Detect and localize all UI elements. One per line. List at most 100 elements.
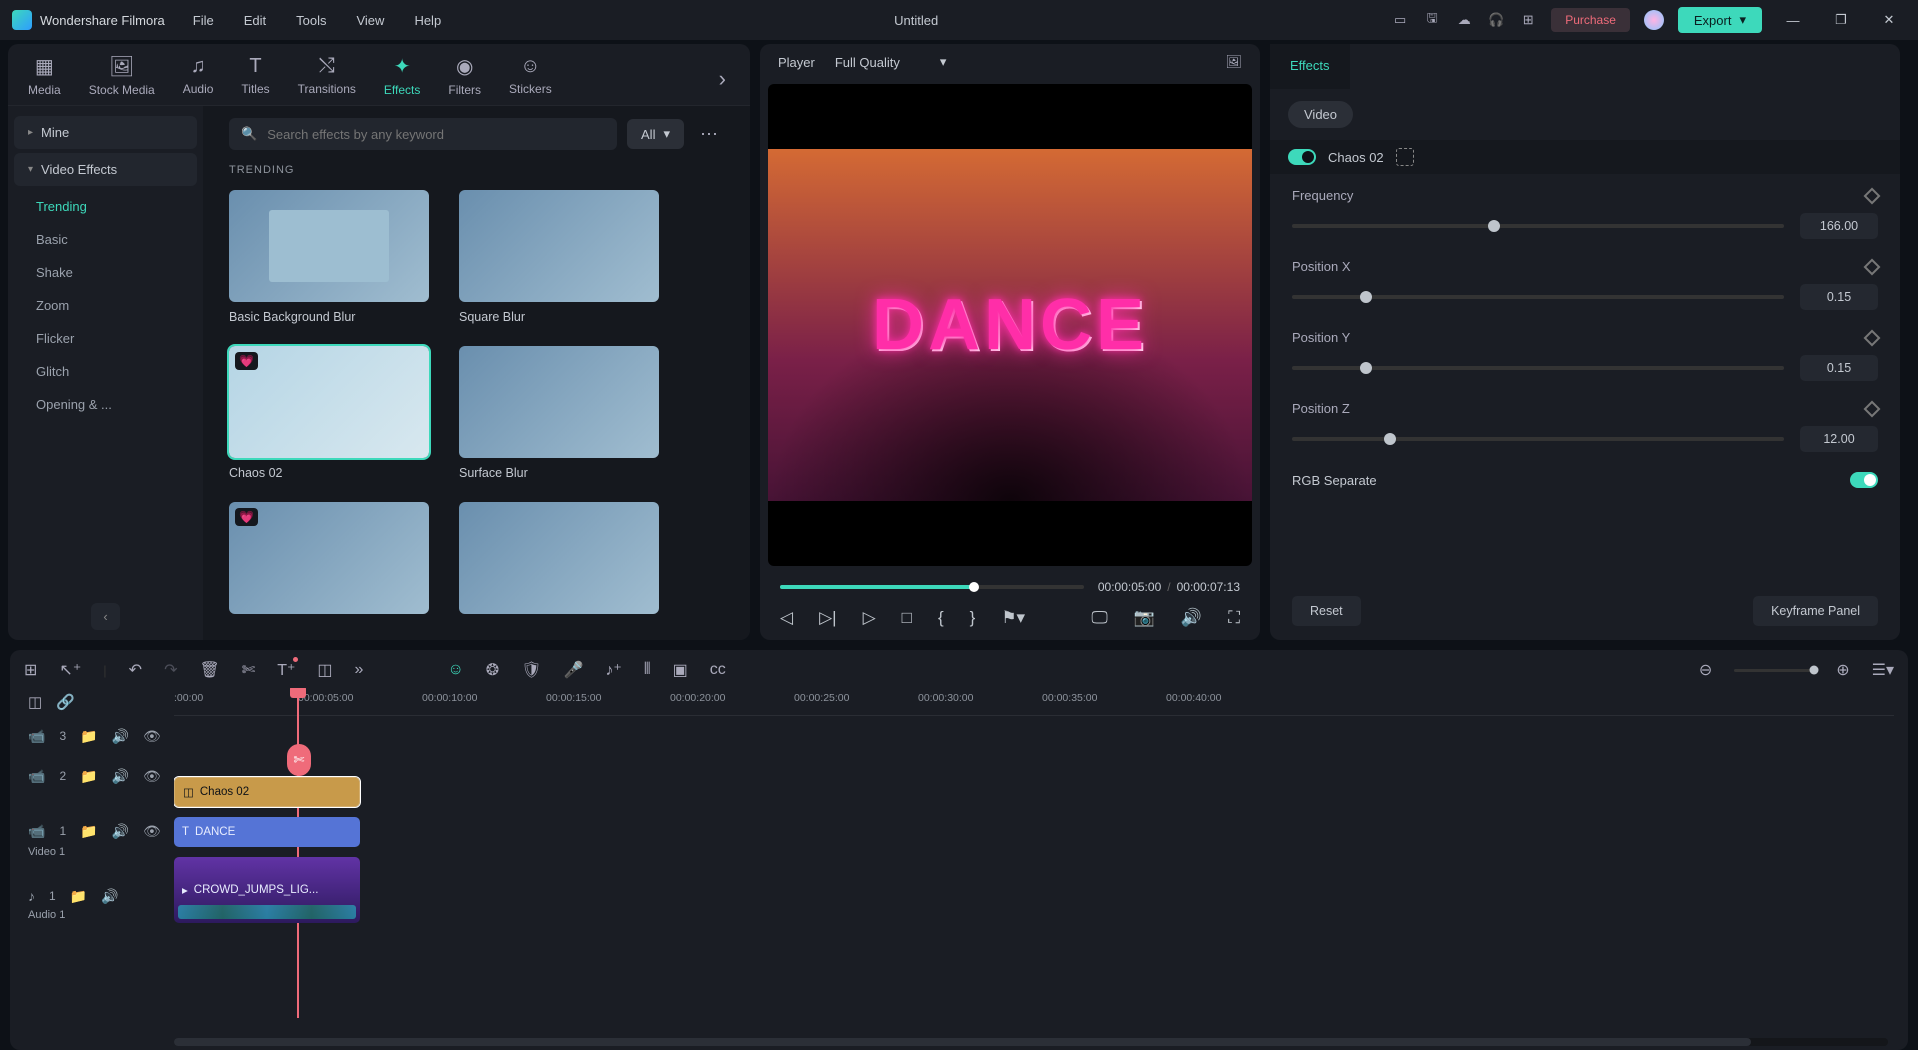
filter-dropdown[interactable]: All▾ bbox=[627, 119, 684, 149]
split-icon[interactable]: ✄ bbox=[242, 660, 255, 680]
play-backward-button[interactable]: ▷| bbox=[819, 608, 837, 628]
apps-icon[interactable]: ⊞ bbox=[1519, 11, 1537, 29]
clip-video[interactable]: ▸CROWD_JUMPS_LIG... bbox=[174, 857, 360, 923]
avatar[interactable] bbox=[1644, 10, 1664, 30]
clip-effect[interactable]: ◫Chaos 02 bbox=[174, 777, 360, 807]
tabs-more-icon[interactable]: › bbox=[715, 66, 730, 92]
keyframe-panel-button[interactable]: Keyframe Panel bbox=[1753, 596, 1878, 626]
menu-help[interactable]: Help bbox=[414, 13, 441, 28]
visibility-icon[interactable]: 👁 bbox=[143, 823, 161, 840]
color-adjust-icon[interactable]: ❂ bbox=[486, 660, 499, 680]
text-tool-icon[interactable]: T⁺ bbox=[277, 660, 295, 680]
inspector-pill-video[interactable]: Video bbox=[1288, 101, 1353, 128]
keyframe-diamond-icon[interactable] bbox=[1864, 187, 1881, 204]
tab-audio[interactable]: ♫Audio bbox=[183, 53, 214, 104]
maximize-button[interactable]: ❐ bbox=[1824, 12, 1858, 28]
music-note-icon[interactable]: ♪⁺ bbox=[605, 660, 621, 680]
favorite-icon[interactable]: 💗 bbox=[235, 508, 258, 526]
track-lane-3[interactable]: ◫Chaos 02 bbox=[174, 772, 1894, 812]
effect-card[interactable]: Surface Blur bbox=[459, 346, 659, 480]
close-button[interactable]: ✕ bbox=[1872, 12, 1906, 28]
visibility-icon[interactable]: 👁 bbox=[143, 768, 161, 785]
time-ruler[interactable]: :00:0000:00:05:0000:00:10:0000:00:15:000… bbox=[174, 688, 1894, 716]
menu-tools[interactable]: Tools bbox=[296, 13, 326, 28]
track-lane-1[interactable]: ▸CROWD_JUMPS_LIG... bbox=[174, 852, 1894, 940]
quality-dropdown[interactable]: Full Quality▾ bbox=[835, 54, 947, 70]
snap-icon[interactable]: ◫ bbox=[28, 693, 42, 711]
param-slider[interactable] bbox=[1292, 224, 1784, 228]
zoom-in-icon[interactable]: ⊕ bbox=[1836, 660, 1849, 680]
zoom-out-icon[interactable]: ⊖ bbox=[1699, 660, 1712, 680]
beat-detect-icon[interactable]: ⫴ bbox=[644, 661, 651, 679]
param-value[interactable]: 166.00 bbox=[1800, 213, 1878, 239]
tab-stock-media[interactable]: 🖼Stock Media bbox=[89, 52, 155, 105]
clip-title[interactable]: TDANCE bbox=[174, 817, 360, 847]
mark-out-button[interactable]: } bbox=[970, 608, 976, 628]
tab-transitions[interactable]: ⤭Transitions bbox=[298, 53, 356, 104]
sidebar-item-opening[interactable]: Opening & ... bbox=[14, 388, 197, 421]
effect-enable-toggle[interactable] bbox=[1288, 149, 1316, 165]
layout-grid-icon[interactable]: ⊞ bbox=[24, 660, 37, 680]
sidebar-item-flicker[interactable]: Flicker bbox=[14, 322, 197, 355]
layout-icon[interactable]: ▭ bbox=[1391, 11, 1409, 29]
more-tools-icon[interactable]: » bbox=[355, 661, 364, 679]
effect-card[interactable]: 💗Chaos 02 bbox=[229, 346, 429, 480]
preview-viewport[interactable]: DANCE bbox=[768, 84, 1252, 566]
rgb-separate-toggle[interactable] bbox=[1850, 472, 1878, 488]
visibility-icon[interactable]: 👁 bbox=[143, 728, 161, 745]
folder-icon[interactable]: 📁 bbox=[80, 728, 97, 745]
param-slider[interactable] bbox=[1292, 366, 1784, 370]
timeline-scrollbar[interactable] bbox=[174, 1038, 1888, 1046]
delete-icon[interactable]: 🗑 bbox=[199, 660, 219, 680]
display-mode-icon[interactable]: 🖵 bbox=[1091, 608, 1107, 628]
param-slider[interactable] bbox=[1292, 295, 1784, 299]
snapshot-icon[interactable]: 🖼 bbox=[1225, 54, 1242, 70]
folder-icon[interactable]: 📁 bbox=[80, 768, 97, 785]
reset-button[interactable]: Reset bbox=[1292, 596, 1361, 626]
sidebar-mine[interactable]: ▸Mine bbox=[14, 116, 197, 149]
folder-icon[interactable]: 📁 bbox=[70, 888, 87, 905]
search-input[interactable] bbox=[267, 127, 605, 142]
mic-icon[interactable]: 🎤 bbox=[564, 660, 584, 680]
keyframe-diamond-icon[interactable] bbox=[1864, 400, 1881, 417]
prev-frame-button[interactable]: ◁ bbox=[780, 608, 793, 628]
menu-view[interactable]: View bbox=[356, 13, 384, 28]
inspector-tab-effects[interactable]: Effects bbox=[1270, 44, 1350, 89]
frame-icon[interactable]: ▣ bbox=[673, 660, 688, 680]
track-area[interactable]: :00:0000:00:05:0000:00:10:0000:00:15:000… bbox=[174, 688, 1894, 1018]
keyframe-diamond-icon[interactable] bbox=[1864, 329, 1881, 346]
volume-icon[interactable]: 🔊 bbox=[1181, 608, 1202, 628]
search-input-wrap[interactable]: 🔍 bbox=[229, 118, 617, 150]
param-value[interactable]: 0.15 bbox=[1800, 284, 1878, 310]
tab-media[interactable]: ▦Media bbox=[28, 52, 61, 105]
tab-effects[interactable]: ✦Effects bbox=[384, 52, 420, 105]
camera-icon[interactable]: 📷 bbox=[1134, 608, 1155, 628]
effect-card[interactable]: Basic Background Blur bbox=[229, 190, 429, 324]
effect-settings-icon[interactable] bbox=[1396, 148, 1414, 166]
undo-icon[interactable]: ↶ bbox=[129, 660, 142, 680]
keyframe-diamond-icon[interactable] bbox=[1864, 258, 1881, 275]
sidebar-item-basic[interactable]: Basic bbox=[14, 223, 197, 256]
sidebar-item-zoom[interactable]: Zoom bbox=[14, 289, 197, 322]
purchase-button[interactable]: Purchase bbox=[1551, 8, 1630, 32]
track-lane-audio[interactable] bbox=[174, 940, 1894, 980]
sidebar-collapse-button[interactable]: ‹ bbox=[91, 603, 119, 630]
sidebar-video-effects[interactable]: ▾Video Effects bbox=[14, 153, 197, 186]
sidebar-item-shake[interactable]: Shake bbox=[14, 256, 197, 289]
effect-card[interactable] bbox=[459, 502, 659, 614]
minimize-button[interactable]: ― bbox=[1776, 13, 1810, 28]
param-value[interactable]: 0.15 bbox=[1800, 355, 1878, 381]
mark-in-button[interactable]: { bbox=[938, 608, 944, 628]
shield-icon[interactable]: 🛡 bbox=[521, 660, 541, 680]
menu-edit[interactable]: Edit bbox=[244, 13, 266, 28]
mute-icon[interactable]: 🔊 bbox=[112, 823, 129, 840]
tab-filters[interactable]: ◉Filters bbox=[448, 52, 481, 105]
crop-icon[interactable]: ◫ bbox=[317, 660, 332, 680]
sidebar-item-trending[interactable]: Trending bbox=[14, 190, 197, 223]
mute-icon[interactable]: 🔊 bbox=[101, 888, 118, 905]
redo-icon[interactable]: ↷ bbox=[164, 660, 177, 680]
track-view-icon[interactable]: ☰▾ bbox=[1872, 660, 1894, 680]
cloud-icon[interactable]: ☁ bbox=[1455, 11, 1473, 29]
marker-dropdown[interactable]: ⚑▾ bbox=[1001, 608, 1025, 628]
param-slider[interactable] bbox=[1292, 437, 1784, 441]
